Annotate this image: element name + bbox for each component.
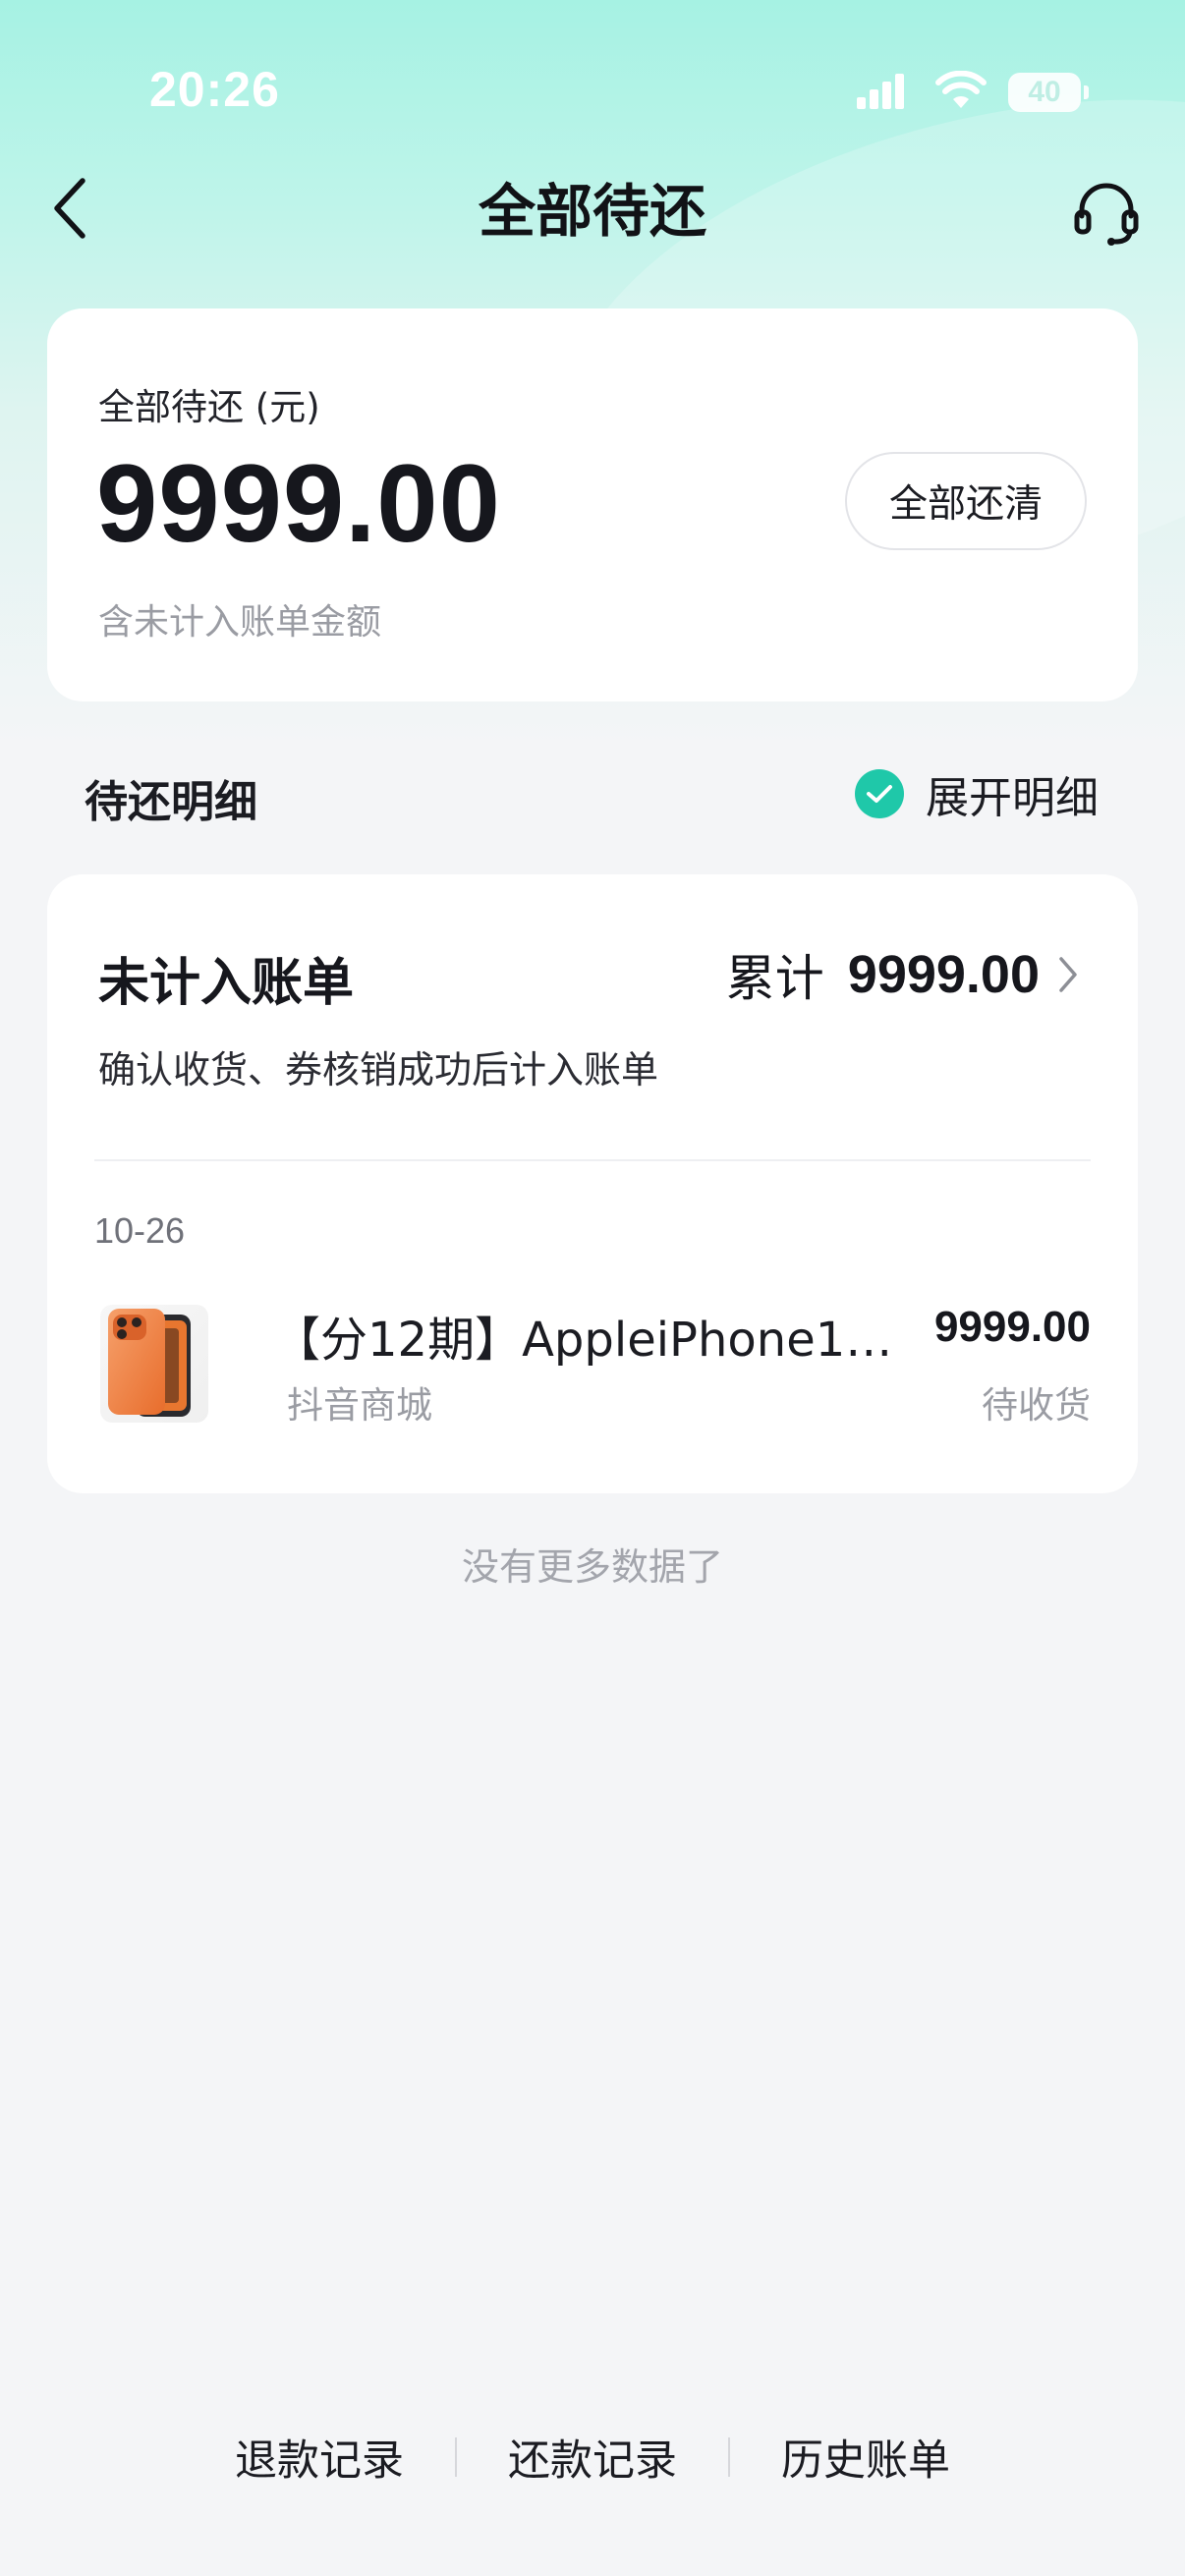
expand-details-toggle[interactable]: 展开明细 [855,762,1099,825]
pay-off-all-button[interactable]: 全部还清 [845,452,1087,550]
chevron-right-icon [1057,950,1087,999]
date-label: 10-26 [94,1210,186,1251]
list-end-text: 没有更多数据了 [461,1545,723,1589]
details-section-title: 待还明细 [85,777,257,827]
total-label: 累计 [725,950,824,1007]
history-bills-link[interactable]: 历史账单 [730,2427,1001,2488]
total-value: 9999.00 [847,945,1040,1004]
unbilled-card: 未计入账单 累计 9999.00 确认收货、券核销成功后计入账单 10-26 【… [47,874,1138,1493]
item-status: 待收货 [982,1384,1091,1427]
total-due-amount: 9999.00 [96,442,501,565]
item-title: 【分12期】AppleiPhone17P… [273,1313,912,1368]
order-item[interactable]: 【分12期】AppleiPhone17P… 抖音商城 9999.00 待收货 [94,1297,1091,1434]
battery-level: 40 [1028,76,1061,108]
battery-icon: 40 [1008,73,1089,112]
divider [94,1159,1091,1161]
page-title: 全部待还 [478,178,706,245]
refund-records-link[interactable]: 退款记录 [184,2427,455,2488]
summary-note: 含未计入账单金额 [98,602,382,643]
wifi-icon [935,70,987,114]
unbilled-total-link[interactable]: 累计 9999.00 [726,939,1087,1010]
summary-card: 全部待还 (元) 9999.00 含未计入账单金额 全部还清 [47,308,1138,701]
repayment-records-link[interactable]: 还款记录 [457,2427,728,2488]
check-icon[interactable] [855,769,904,818]
headset-icon [1074,183,1139,246]
status-icons: 40 [857,70,1089,114]
status-time: 20:26 [149,62,280,117]
customer-service-button[interactable] [1067,173,1146,252]
expand-details-label: 展开明细 [926,773,1099,823]
item-shop: 抖音商城 [287,1384,432,1427]
unbilled-description: 确认收货、券核销成功后计入账单 [98,1048,659,1092]
bottom-links: 退款记录 还款记录 历史账单 [0,2427,1185,2488]
unbilled-title: 未计入账单 [98,954,355,1013]
item-price: 9999.00 [933,1303,1091,1351]
summary-label: 全部待还 (元) [98,386,320,428]
product-thumbnail [100,1305,208,1423]
signal-icon [857,72,914,113]
